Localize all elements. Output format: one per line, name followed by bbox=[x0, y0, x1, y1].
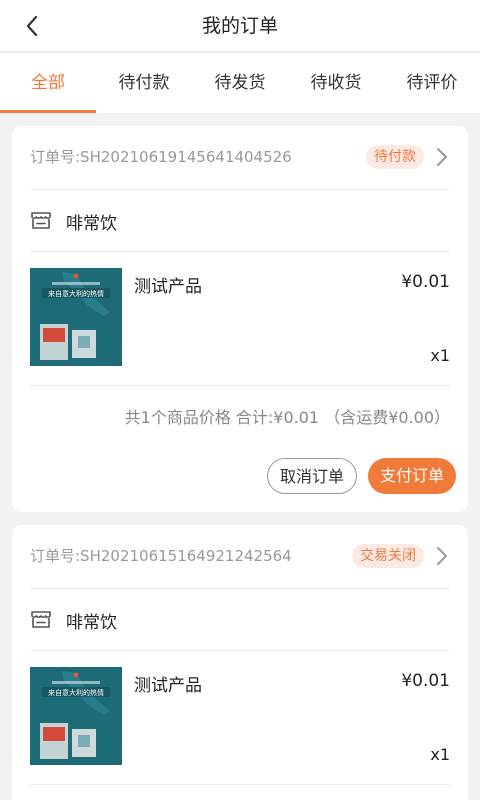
order-number: 订单号:SH20210619145641404526 bbox=[30, 148, 292, 166]
order-card[interactable]: 订单号:SH20210619145641404526 待付款 啡常饮 来自意大利… bbox=[12, 126, 468, 512]
shop-name: 啡常饮 bbox=[66, 214, 117, 234]
shop-row[interactable]: 啡常饮 bbox=[30, 190, 450, 252]
order-header: 订单号:SH20210619145641404526 待付款 bbox=[30, 126, 450, 190]
order-card[interactable]: 订单号:SH20210615164921242564 交易关闭 啡常饮 来自意大… bbox=[12, 525, 468, 800]
status-badge: 待付款 bbox=[366, 145, 424, 169]
top-bar: 我的订单 bbox=[0, 0, 480, 52]
product-quantity: x1 bbox=[430, 745, 450, 764]
product-name: 测试产品 bbox=[134, 277, 202, 297]
product-image-caption: 来自意大利的热情 bbox=[48, 688, 104, 697]
store-icon bbox=[31, 212, 51, 229]
product-price: ¥0.01 bbox=[401, 272, 450, 292]
shop-row[interactable]: 啡常饮 bbox=[30, 589, 450, 651]
tab-pending-receipt[interactable]: 待收货 bbox=[288, 53, 384, 113]
chevron-right-icon[interactable] bbox=[434, 146, 450, 168]
product-image-art: 来自意大利的热情 bbox=[30, 667, 122, 765]
product-image[interactable]: 来自意大利的热情 bbox=[30, 268, 122, 366]
product-item[interactable]: 来自意大利的热情 测试产品 ¥0.01 x1 bbox=[30, 651, 450, 785]
product-quantity: x1 bbox=[430, 346, 450, 365]
tab-all[interactable]: 全部 bbox=[0, 53, 96, 113]
tab-pending-payment[interactable]: 待付款 bbox=[96, 53, 192, 113]
order-tabs: 全部 待付款 待发货 待收货 待评价 bbox=[0, 53, 480, 113]
product-name: 测试产品 bbox=[134, 676, 202, 696]
product-price: ¥0.01 bbox=[401, 671, 450, 691]
product-item[interactable]: 来自意大利的热情 测试产品 ¥0.01 x1 bbox=[30, 252, 450, 386]
tab-pending-review[interactable]: 待评价 bbox=[384, 53, 480, 113]
product-image[interactable]: 来自意大利的热情 bbox=[30, 667, 122, 765]
shop-name: 啡常饮 bbox=[66, 613, 117, 633]
status-badge: 交易关闭 bbox=[352, 544, 424, 568]
order-summary: 共1个商品价格 合计:¥0.01 （含运费¥0.00） bbox=[124, 408, 450, 427]
order-header: 订单号:SH20210615164921242564 交易关闭 bbox=[30, 525, 450, 589]
cancel-order-button[interactable]: 取消订单 bbox=[267, 458, 357, 494]
order-number: 订单号:SH20210615164921242564 bbox=[30, 547, 292, 565]
product-image-caption: 来自意大利的热情 bbox=[48, 289, 104, 298]
tab-pending-shipment[interactable]: 待发货 bbox=[192, 53, 288, 113]
chevron-right-icon[interactable] bbox=[434, 545, 450, 567]
store-icon bbox=[31, 611, 51, 628]
pay-order-button[interactable]: 支付订单 bbox=[368, 458, 456, 494]
product-image-art: 来自意大利的热情 bbox=[30, 268, 122, 366]
page-title: 我的订单 bbox=[201, 15, 278, 37]
